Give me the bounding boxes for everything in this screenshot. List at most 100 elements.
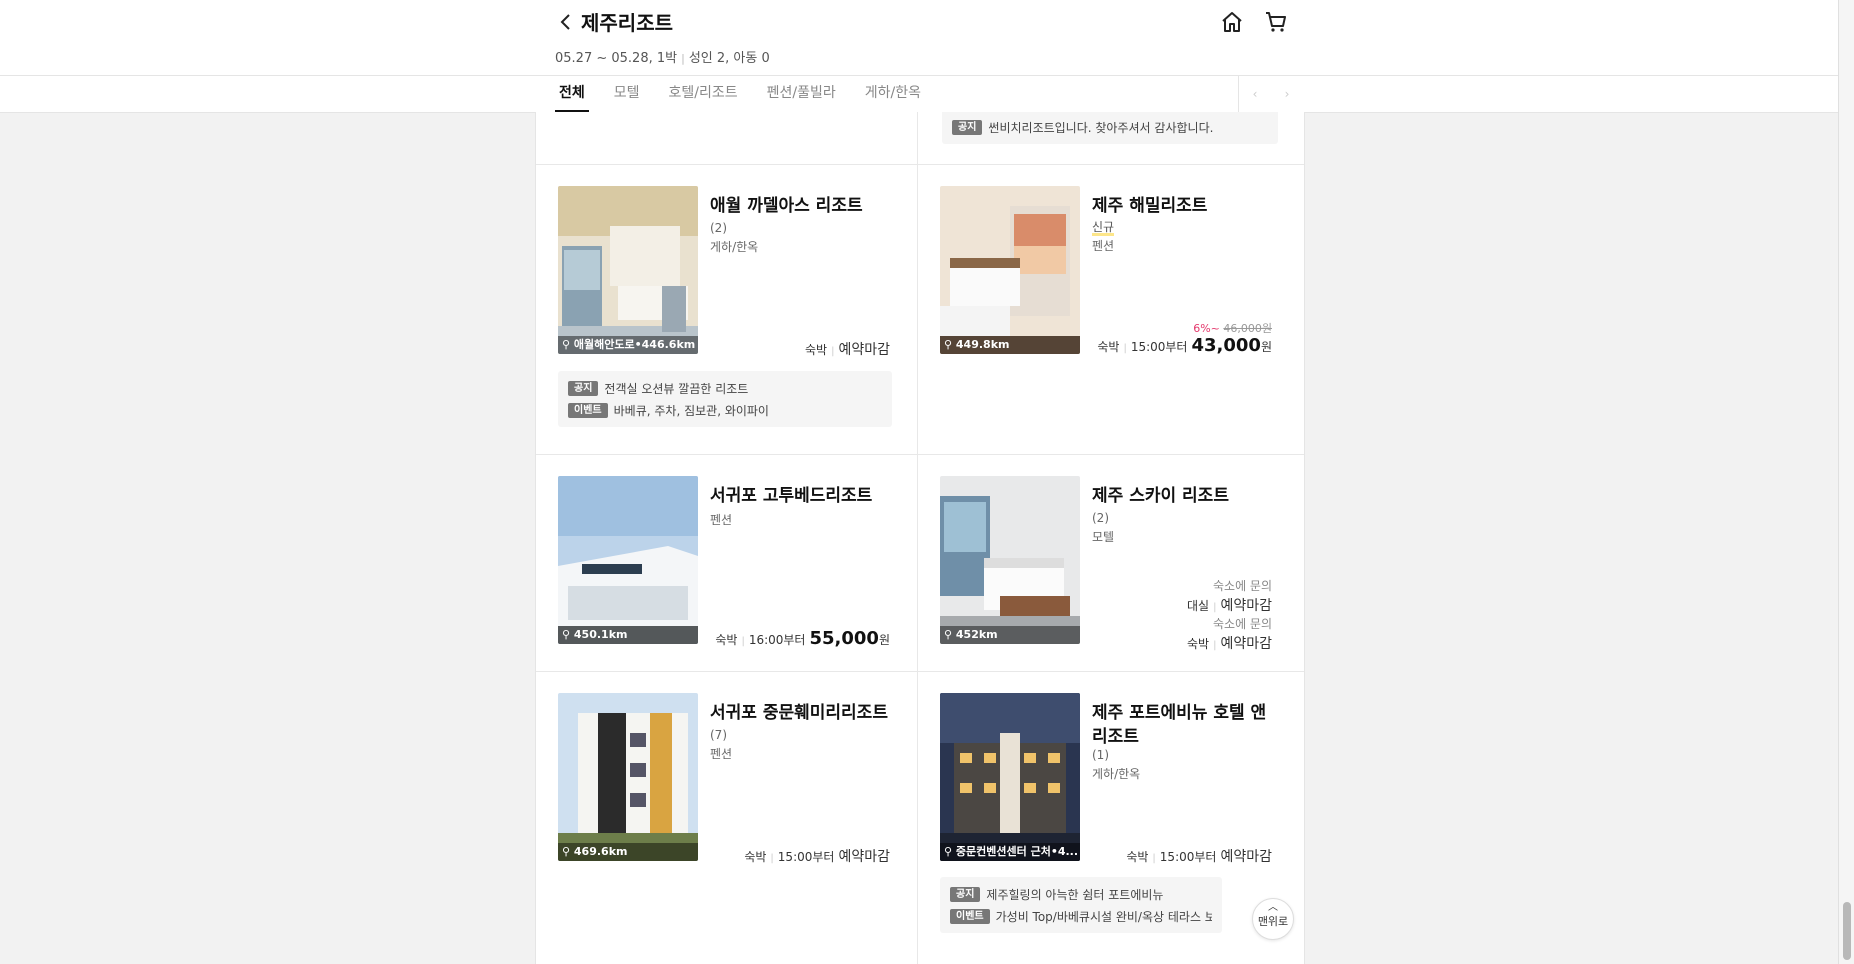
event-text: 가성비 Top/바베큐시설 완비/옥상 테라스 보유/... <box>995 909 1212 924</box>
distance-label: ⚲ 469.6km <box>558 843 698 861</box>
sold-out-label: 예약마감 <box>1220 849 1272 865</box>
sold-out-label: 예약마감 <box>1220 636 1272 652</box>
rent-price-row: 대실 | 예약마감 <box>1187 595 1272 615</box>
listing-photo[interactable]: ⚲ 애월해안도로•446.6km <box>558 186 698 354</box>
chevron-up-icon: ︿ <box>1268 902 1278 913</box>
listing-category: 게하/한옥 <box>1092 767 1141 781</box>
category-tabs: 전체 모텔 호텔/리조트 펜션/풀빌라 게하/한옥 <box>555 76 946 112</box>
notice-text: 제주힐링의 아늑한 쉼터 포트에비뉴 <box>986 887 1164 902</box>
stay-label: 숙박 <box>744 850 767 864</box>
notice-badge: 공지 <box>950 886 981 902</box>
event-badge: 이벤트 <box>950 908 990 924</box>
listing-photo[interactable]: ⚲ 449.8km <box>940 186 1080 354</box>
prev-listing-notice: 공지 썬비치리조트입니다. 찾아주셔서 감사합니다. <box>942 112 1278 144</box>
distance-label: ⚲ 452km <box>940 626 1080 644</box>
listing-photo[interactable]: ⚲ 450.1km <box>558 476 698 644</box>
listing-notice-box: 공지 전객실 오션뷰 깔끔한 리조트 이벤트 바베큐, 주차, 짐보관, 와이파… <box>558 371 892 427</box>
notice-badge: 공지 <box>568 380 599 396</box>
scroll-to-top-button[interactable]: ︿ 맨위로 <box>1252 898 1294 940</box>
listing-category: 펜션 <box>710 747 733 761</box>
location-pin-icon: ⚲ <box>944 628 953 641</box>
stay-price-row: 숙박 | 15:00부터 예약마감 <box>744 846 890 866</box>
chevron-right-icon[interactable]: › <box>1285 87 1290 101</box>
listing-name: 제주 포트에비뉴 호텔 앤 리조트 <box>1092 703 1267 747</box>
inquiry-note: 숙소에 문의 <box>1212 579 1272 593</box>
location-pin-icon: ⚲ <box>562 628 571 641</box>
tab-motel[interactable]: 모텔 <box>610 76 644 112</box>
scrollbar-thumb[interactable] <box>1843 902 1851 960</box>
discount-row: 6%~ 46,000원 <box>1193 320 1272 336</box>
listing-category: 펜션 <box>710 513 733 527</box>
currency: 원 <box>878 633 890 647</box>
checkin-time: 15:00부터 <box>1159 850 1217 864</box>
stay-label: 숙박 <box>1187 637 1210 651</box>
checkin-time: 15:00부터 <box>777 850 835 864</box>
notice-badge: 공지 <box>952 119 983 135</box>
page-scrollbar[interactable] <box>1838 0 1854 964</box>
tab-all[interactable]: 전체 <box>555 76 589 112</box>
listing-card[interactable]: ⚲ 449.8km 제주 해밀리조트 신규 펜션 6%~ 46,000원 숙박 |… <box>918 165 1278 454</box>
listing-photo[interactable]: ⚲ 452km <box>940 476 1080 644</box>
review-count: (1) <box>1092 748 1109 762</box>
tab-guesthouse-hanok[interactable]: 게하/한옥 <box>861 76 925 112</box>
stay-label: 숙박 <box>1097 340 1120 354</box>
guest-count: 성인 2, 아동 0 <box>688 51 770 66</box>
review-count: (2) <box>710 221 727 235</box>
stay-price-row: 숙박 | 16:00부터 55,000 원 <box>715 628 890 649</box>
listing-name: 제주 해밀리조트 <box>1092 196 1208 216</box>
stay-label: 숙박 <box>715 633 738 647</box>
listing-name: 서귀포 중문훼미리리조트 <box>710 703 888 723</box>
notice-text: 썬비치리조트입니다. 찾아주셔서 감사합니다. <box>988 120 1214 135</box>
discount-rate: 6%~ <box>1193 322 1220 335</box>
location-pin-icon: ⚲ <box>944 845 953 858</box>
price: 43,000 <box>1191 335 1261 356</box>
cart-icon[interactable] <box>1264 10 1288 34</box>
listing-name: 애월 까델아스 리조트 <box>710 196 863 216</box>
home-icon[interactable] <box>1220 10 1244 34</box>
top-header: 제주리조트 05.27 ~ 05.28, 1박 | 성인 2, 아동 0 <box>0 0 1838 75</box>
scroll-to-top-label: 맨위로 <box>1257 915 1289 928</box>
listing-card[interactable]: ⚲ 중문컨벤션센터 근처•4... 제주 포트에비뉴 호텔 앤 리조트 (1) … <box>918 672 1278 964</box>
rent-label: 대실 <box>1187 599 1210 613</box>
stay-price-row: 숙박 | 15:00부터 예약마감 <box>1126 846 1272 866</box>
search-conditions[interactable]: 05.27 ~ 05.28, 1박 | 성인 2, 아동 0 <box>555 47 770 66</box>
sold-out-label: 예약마감 <box>838 849 890 865</box>
listing-category: 펜션 <box>1092 239 1115 253</box>
inquiry-note: 숙소에 문의 <box>1212 617 1272 631</box>
review-count: (2) <box>1092 511 1109 525</box>
listing-photo[interactable]: ⚲ 469.6km <box>558 693 698 861</box>
location-pin-icon: ⚲ <box>562 845 571 858</box>
stay-label: 숙박 <box>1126 850 1149 864</box>
stay-price-row: 숙박 | 예약마감 <box>805 339 890 359</box>
back-arrow-icon[interactable] <box>555 8 579 36</box>
checkin-time: 16:00부터 <box>748 633 806 647</box>
listing-photo[interactable]: ⚲ 중문컨벤션센터 근처•4... <box>940 693 1080 861</box>
stay-price-row: 숙박 | 예약마감 <box>1187 633 1272 653</box>
tab-hotel-resort[interactable]: 호텔/리조트 <box>665 76 742 112</box>
original-price: 46,000원 <box>1223 322 1272 335</box>
event-text: 바베큐, 주차, 짐보관, 와이파이 <box>613 403 769 418</box>
location-pin-icon: ⚲ <box>562 338 571 351</box>
price: 55,000 <box>809 628 879 649</box>
listing-card[interactable]: ⚲ 애월해안도로•446.6km 애월 까델아스 리조트 (2) 게하/한옥 숙… <box>536 165 896 454</box>
listing-card[interactable]: ⚲ 450.1km 서귀포 고투베드리조트 펜션 숙박 | 16:00부터 55,00… <box>536 455 896 671</box>
chevron-left-icon[interactable]: ‹ <box>1253 87 1258 101</box>
listing-card[interactable]: ⚲ 452km 제주 스카이 리조트 (2) 모텔 숙소에 문의 대실 | 예약마감… <box>918 455 1278 671</box>
currency: 원 <box>1260 340 1272 354</box>
listing-name: 서귀포 고투베드리조트 <box>710 486 873 506</box>
distance-label: ⚲ 449.8km <box>940 336 1080 354</box>
notice-text: 전객실 오션뷰 깔끔한 리조트 <box>604 381 749 396</box>
stay-label: 숙박 <box>805 343 828 357</box>
new-tag: 신규 <box>1092 220 1115 236</box>
listing-grid: 공지 썬비치리조트입니다. 찾아주셔서 감사합니다. ⚲ 애월해안도로•446.… <box>535 112 1305 964</box>
category-tabbar: 전체 모텔 호텔/리조트 펜션/풀빌라 게하/한옥 ‹ › <box>0 75 1838 113</box>
sold-out-label: 예약마감 <box>838 342 890 358</box>
event-badge: 이벤트 <box>568 402 608 418</box>
tab-scroll-arrows: ‹ › <box>1238 76 1303 112</box>
distance-label: ⚲ 450.1km <box>558 626 698 644</box>
listing-card[interactable]: ⚲ 469.6km 서귀포 중문훼미리리조트 (7) 펜션 숙박 | 15:00부터… <box>536 672 896 964</box>
stay-price-row: 숙박 | 15:00부터 43,000 원 <box>1097 335 1272 356</box>
tab-pension-poolvilla[interactable]: 펜션/풀빌라 <box>763 76 840 112</box>
listing-category: 모텔 <box>1092 530 1115 544</box>
listing-name: 제주 스카이 리조트 <box>1092 486 1229 506</box>
